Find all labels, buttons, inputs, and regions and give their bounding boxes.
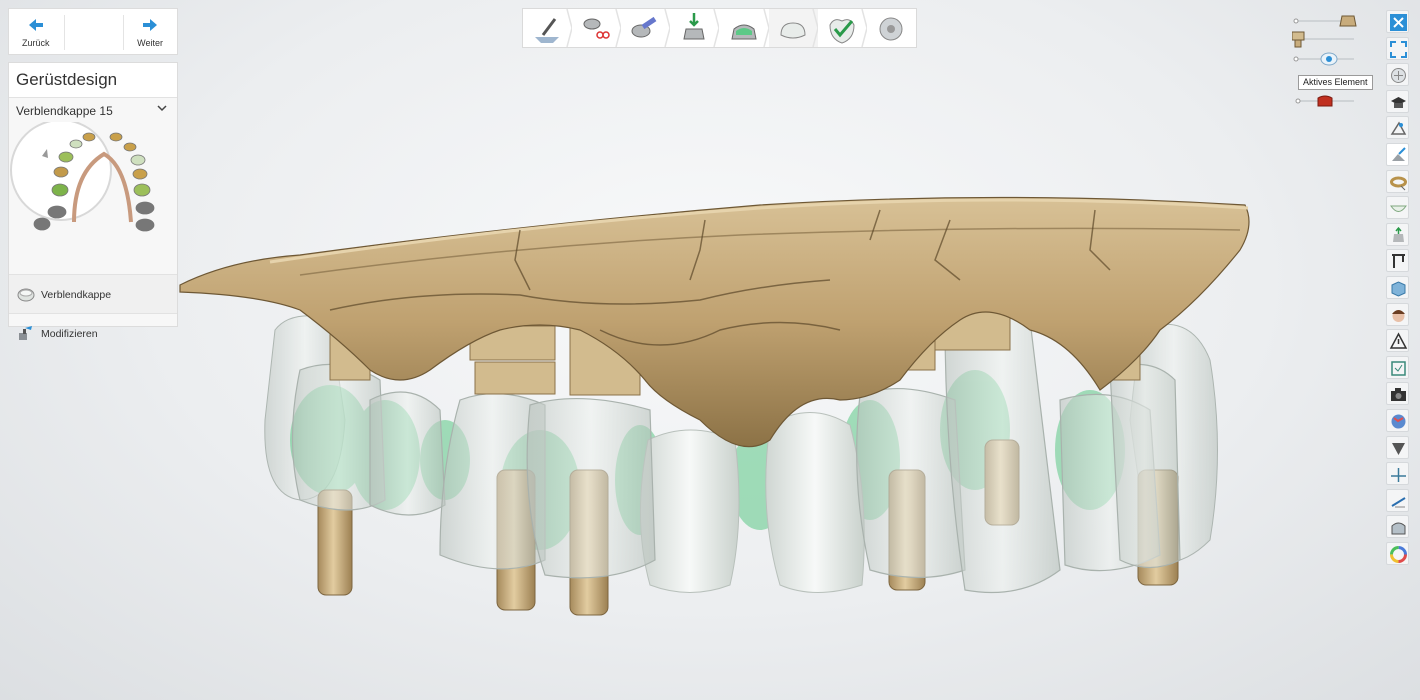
scan-edit-icon — [1392, 147, 1406, 161]
arrow-left-icon — [29, 19, 43, 31]
section-icon — [1392, 254, 1405, 269]
bowl-icon — [1390, 205, 1407, 213]
back-button[interactable]: Zurück — [9, 9, 93, 54]
tutorial-icon — [1391, 96, 1406, 108]
tooth-selector-chart[interactable] — [9, 119, 177, 274]
fullscreen-button[interactable] — [1386, 36, 1409, 60]
close-icon — [1390, 14, 1407, 31]
divider — [64, 15, 65, 50]
coping-shell-icon — [1293, 52, 1338, 66]
dropdown-value: Verblendkappe 15 — [16, 104, 113, 118]
workflow-step-framework[interactable] — [768, 9, 818, 47]
frame-icon — [1391, 360, 1406, 376]
back-label: Zurück — [22, 38, 50, 48]
tooltip: Aktives Element — [1298, 75, 1373, 90]
shield-button[interactable] — [1386, 435, 1409, 459]
workflow-step-finish[interactable] — [867, 9, 916, 47]
base-model-icon — [1293, 15, 1357, 27]
section-button[interactable] — [1386, 249, 1409, 273]
warning-icon — [1389, 332, 1408, 349]
box-button[interactable] — [1386, 275, 1409, 299]
scan-edit-button[interactable] — [1386, 142, 1409, 166]
jaw-button[interactable] — [1386, 515, 1409, 539]
ruler-button[interactable] — [1386, 488, 1409, 512]
warning-button[interactable] — [1386, 329, 1409, 353]
side-panel: Gerüstdesign Verblendkappe 15 Verblendka… — [8, 62, 178, 340]
axis-button[interactable] — [1386, 462, 1409, 486]
active-element-icon — [1295, 95, 1333, 107]
dental-model — [179, 196, 1250, 616]
workflow-step-margin[interactable] — [523, 9, 572, 47]
shield-icon — [1392, 442, 1405, 455]
insertion-axis-icon — [631, 9, 671, 47]
3d-viewport[interactable] — [0, 0, 1420, 700]
box-icon — [1391, 281, 1406, 297]
navigation-box: Zurück Weiter — [8, 8, 178, 55]
forward-button[interactable]: Weiter — [93, 9, 177, 54]
scan-icon — [1390, 121, 1407, 136]
tooth-up-icon — [1393, 226, 1404, 242]
arrow-right-icon — [143, 19, 157, 31]
frame-button[interactable] — [1386, 355, 1409, 379]
panel-item-modifizieren[interactable]: Modifizieren — [9, 313, 177, 352]
ring-button[interactable] — [1386, 169, 1409, 193]
view-cube-button[interactable] — [1386, 63, 1409, 87]
scissors-icon — [583, 9, 622, 47]
ruler-icon — [1391, 496, 1406, 508]
workflow-step-die[interactable] — [670, 9, 720, 47]
scan-button[interactable] — [1386, 116, 1409, 140]
face-button[interactable] — [1386, 302, 1409, 326]
workflow-toolbar — [522, 8, 917, 48]
forward-label: Weiter — [137, 38, 163, 48]
coping-icon — [17, 288, 35, 302]
disc-icon — [879, 17, 903, 41]
workflow-step-cut[interactable] — [572, 9, 622, 47]
ring-icon — [1390, 176, 1407, 190]
view-cube-icon — [1391, 68, 1406, 84]
tooth-select-dropdown[interactable]: Verblendkappe 15 — [9, 98, 177, 122]
visibility-slider-coping[interactable] — [1292, 50, 1362, 68]
modify-icon — [19, 326, 32, 340]
face-icon — [1392, 309, 1405, 322]
visibility-slider-base[interactable] — [1292, 12, 1362, 30]
fullscreen-icon — [1390, 40, 1407, 58]
bowl-button[interactable] — [1386, 196, 1409, 220]
jaw-icon — [1391, 522, 1406, 535]
framework-icon — [780, 9, 818, 47]
visibility-slider-active[interactable] — [1292, 92, 1362, 110]
workflow-step-insertion[interactable] — [621, 9, 671, 47]
cement-gap-icon — [730, 9, 769, 47]
panel-item-verblendkappe[interactable]: Verblendkappe — [9, 274, 177, 313]
check-icon — [829, 9, 867, 47]
workflow-step-check[interactable] — [818, 9, 867, 47]
axis-icon — [1391, 468, 1406, 483]
chevron-down-icon — [157, 105, 167, 112]
color-map-icon — [1391, 414, 1406, 429]
panel-item-label: Verblendkappe — [41, 289, 112, 301]
visibility-slider-abutment[interactable] — [1292, 30, 1362, 48]
panel-title: Gerüstdesign — [9, 63, 177, 98]
margin-line-icon — [535, 9, 572, 47]
camera-icon — [1391, 388, 1406, 402]
tutorial-button[interactable] — [1386, 89, 1409, 113]
workflow-step-cement-gap[interactable] — [720, 9, 769, 47]
camera-button[interactable] — [1386, 382, 1409, 406]
color-wheel-button[interactable] — [1386, 541, 1409, 565]
tooth-up-button[interactable] — [1386, 222, 1409, 246]
abutment-icon — [1292, 31, 1305, 48]
die-icon — [683, 9, 720, 47]
tooth-arch-icon — [10, 119, 155, 232]
color-wheel-icon — [1390, 545, 1407, 563]
right-toolbar — [1386, 10, 1411, 568]
panel-item-label: Modifizieren — [41, 328, 98, 340]
color-map-button[interactable] — [1386, 408, 1409, 432]
close-button[interactable] — [1386, 10, 1409, 33]
